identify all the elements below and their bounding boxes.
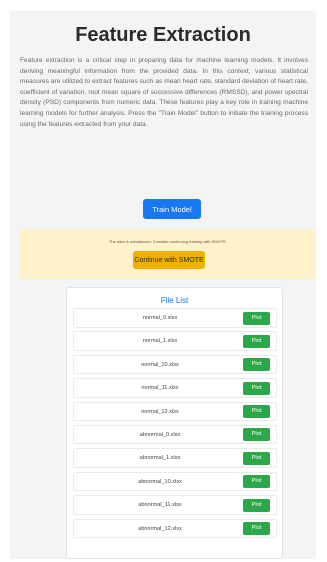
file-list-card: File List normal_0.xlsx Plot normal_1.xl…: [66, 287, 283, 559]
file-name: abnormal_12.xlsx: [138, 525, 182, 532]
file-row: normal_12.xlsx Plot: [73, 401, 277, 422]
page-title: Feature Extraction: [75, 24, 251, 46]
file-name: normal_0.xlsx: [142, 315, 178, 321]
imbalance-warning: The data is unbalanced. Consider continu…: [20, 229, 316, 279]
file-row: normal_0.xlsx Plot: [73, 308, 277, 328]
page-container: Feature Extraction Feature extraction is…: [10, 11, 316, 559]
file-row: abnormal_1.xlsx Plot: [73, 448, 277, 468]
file-name: normal_1.xlsx: [142, 338, 178, 345]
plot-button[interactable]: Plot: [243, 498, 270, 512]
file-name: abnormal_0.xlsx: [139, 431, 181, 438]
plot-button[interactable]: Plot: [243, 311, 270, 325]
plot-button[interactable]: Plot: [243, 475, 270, 489]
plot-button[interactable]: Plot: [243, 334, 270, 348]
file-row: abnormal_11.xlsx Plot: [73, 495, 277, 515]
file-row: abnormal_12.xlsx Plot: [73, 518, 277, 539]
file-row: normal_10.xlsx Plot: [73, 354, 277, 375]
file-name: abnormal_10.xlsx: [138, 478, 182, 485]
file-name: normal_12.xlsx: [141, 408, 179, 415]
plot-button[interactable]: Plot: [243, 522, 270, 536]
plot-button[interactable]: Plot: [243, 405, 270, 419]
plot-button[interactable]: Plot: [243, 428, 270, 442]
file-name: normal_11.xlsx: [141, 385, 179, 392]
file-name: abnormal_11.xlsx: [138, 502, 182, 509]
file-list: normal_0.xlsx Plot normal_1.xlsx Plot no…: [73, 308, 277, 542]
continue-smote-button[interactable]: Continue with SMOTE: [133, 251, 205, 269]
file-row: normal_11.xlsx Plot: [73, 378, 277, 398]
file-row: abnormal_10.xlsx Plot: [73, 471, 277, 492]
plot-button[interactable]: Plot: [243, 358, 270, 372]
plot-button[interactable]: Plot: [243, 381, 270, 395]
warning-text: The data is unbalanced. Consider continu…: [108, 239, 228, 244]
plot-button[interactable]: Plot: [243, 451, 270, 465]
file-name: normal_10.xlsx: [141, 361, 179, 368]
file-row: abnormal_0.xlsx Plot: [73, 424, 277, 445]
file-list-title: File List: [160, 296, 189, 305]
file-name: abnormal_1.xlsx: [139, 455, 181, 462]
train-model-button[interactable]: Train Model: [143, 199, 201, 219]
file-row: normal_1.xlsx Plot: [73, 331, 277, 351]
description-text: Feature extraction is a critical step in…: [20, 57, 308, 128]
